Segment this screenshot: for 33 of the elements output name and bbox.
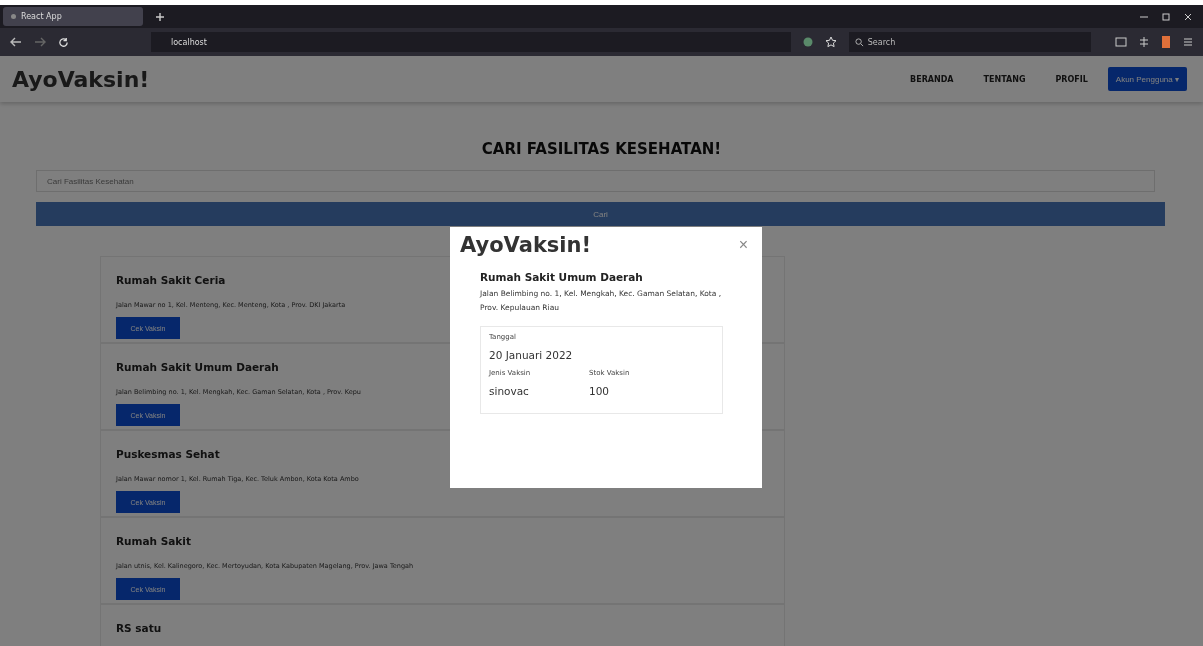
date-value: 20 Januari 2022 — [489, 349, 574, 361]
reload-icon[interactable] — [58, 36, 69, 48]
maximize-icon[interactable] — [1161, 11, 1171, 22]
facility-name: Rumah Sakit Umum Daerah — [116, 361, 279, 373]
star-icon[interactable] — [824, 36, 837, 48]
search-icon — [854, 37, 864, 47]
menu-icon[interactable] — [1183, 37, 1193, 47]
new-tab-icon[interactable] — [155, 11, 165, 22]
address-bar[interactable]: localhost — [151, 32, 791, 52]
facility-name: Rumah Sakit Umum Daerah — [480, 271, 644, 283]
extension-icon[interactable] — [1161, 35, 1171, 49]
vaccine-type-value: sinovac — [489, 385, 530, 397]
vaccine-stock-value: 100 — [589, 385, 611, 397]
close-button[interactable]: × — [734, 236, 752, 254]
nav-link[interactable]: BERANDA — [910, 74, 954, 84]
close-icon[interactable] — [1183, 11, 1193, 22]
back-icon[interactable] — [10, 37, 22, 47]
facility-name: Rumah Sakit Ceria — [116, 274, 226, 286]
page-heading: CARI FASILITAS KESEHATAN! — [480, 140, 723, 158]
browser-search-field[interactable]: Search — [848, 32, 1091, 52]
facility-name: RS satu — [116, 622, 162, 634]
facility-name: Rumah Sakit — [116, 535, 191, 547]
library-icon[interactable] — [1115, 37, 1127, 47]
brand-logo[interactable]: AyoVaksin! — [12, 66, 150, 92]
nav-link[interactable]: PROFIL — [1055, 74, 1088, 84]
forward-icon[interactable] — [34, 37, 46, 47]
extension-icon — [802, 37, 813, 47]
browser-tab[interactable]: React App — [3, 7, 143, 26]
modal-title: AyoVaksin! — [460, 233, 593, 257]
nav-link[interactable]: TENTANG — [983, 74, 1026, 84]
facility-name: Puskesmas Sehat — [116, 448, 220, 460]
account-dropdown-button[interactable]: Akun Pengguna ▾ — [1107, 67, 1187, 91]
search-button[interactable]: Cari — [36, 202, 1165, 226]
